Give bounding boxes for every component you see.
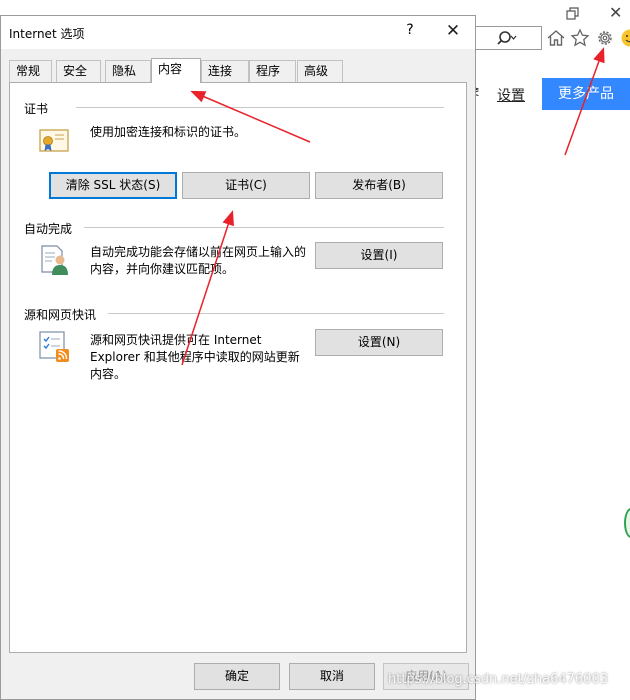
- dialog-close-button[interactable]: ✕: [443, 21, 463, 41]
- search-icon[interactable]: [497, 30, 517, 46]
- group-divider: [84, 227, 444, 228]
- feeds-description-line2: Explorer 和其他程序中读取的网站更新: [90, 350, 300, 364]
- certificates-button[interactable]: 证书(C): [182, 172, 310, 199]
- restore-icon[interactable]: [566, 7, 580, 21]
- certificates-group-label: 证书: [24, 100, 53, 117]
- tab-privacy[interactable]: 隐私: [105, 60, 151, 82]
- feeds-icon: [39, 331, 69, 362]
- help-button[interactable]: ?: [401, 22, 419, 38]
- browser-settings-link[interactable]: 设置: [497, 85, 525, 105]
- tab-strip: 常规 安全 隐私 内容 连接 程序 高级: [9, 58, 469, 83]
- favorites-star-icon[interactable]: [570, 28, 590, 48]
- autocomplete-description-line2: 内容，并向你建议匹配项。: [90, 262, 235, 276]
- side-widget-icon[interactable]: [624, 508, 630, 538]
- tab-security[interactable]: 安全: [56, 60, 101, 82]
- tools-gear-icon[interactable]: [595, 28, 615, 48]
- feeds-description-line3: 内容。: [90, 367, 127, 381]
- apply-button[interactable]: 应用(A): [383, 663, 469, 690]
- close-icon[interactable]: ✕: [609, 5, 622, 21]
- content-tab-panel: 证书 使用加密连接和标识的证书。 清除 SSL 状态(S) 证书(C) 发布者(…: [9, 82, 467, 653]
- clear-ssl-state-button[interactable]: 清除 SSL 状态(S): [49, 172, 177, 199]
- dialog-titlebar[interactable]: Internet 选项 ? ✕: [1, 16, 475, 49]
- autocomplete-description-line1: 自动完成功能会存储以前在网页上输入的: [90, 245, 307, 259]
- feeds-settings-button[interactable]: 设置(N): [315, 329, 443, 356]
- tab-connections[interactable]: 连接: [201, 60, 249, 82]
- tab-general[interactable]: 常规: [9, 60, 52, 82]
- autocomplete-settings-button[interactable]: 设置(I): [315, 242, 443, 269]
- autocomplete-group-label: 自动完成: [24, 220, 77, 237]
- publishers-button[interactable]: 发布者(B): [315, 172, 443, 199]
- autocomplete-icon: [41, 245, 68, 275]
- tab-advanced[interactable]: 高级: [297, 60, 343, 82]
- dialog-title: Internet 选项: [9, 27, 85, 41]
- internet-options-dialog: Internet 选项 ? ✕ 常规 安全 隐私 内容 连接 程序 高级 证书 …: [0, 15, 476, 700]
- more-products-button[interactable]: 更多产品: [542, 78, 630, 110]
- tab-programs[interactable]: 程序: [249, 60, 296, 82]
- certificate-icon: [39, 129, 69, 152]
- group-divider: [76, 107, 444, 108]
- certificates-description: 使用加密连接和标识的证书。: [90, 125, 247, 139]
- feeds-group-label: 源和网页快讯: [24, 306, 101, 323]
- smiley-feedback-icon[interactable]: [620, 28, 630, 48]
- feeds-description-line1: 源和网页快讯提供可在 Internet: [90, 333, 262, 347]
- tab-content[interactable]: 内容: [151, 58, 201, 83]
- home-icon[interactable]: [546, 28, 566, 48]
- ok-button[interactable]: 确定: [194, 663, 280, 690]
- cancel-button[interactable]: 取消: [289, 663, 375, 690]
- group-divider: [108, 313, 444, 314]
